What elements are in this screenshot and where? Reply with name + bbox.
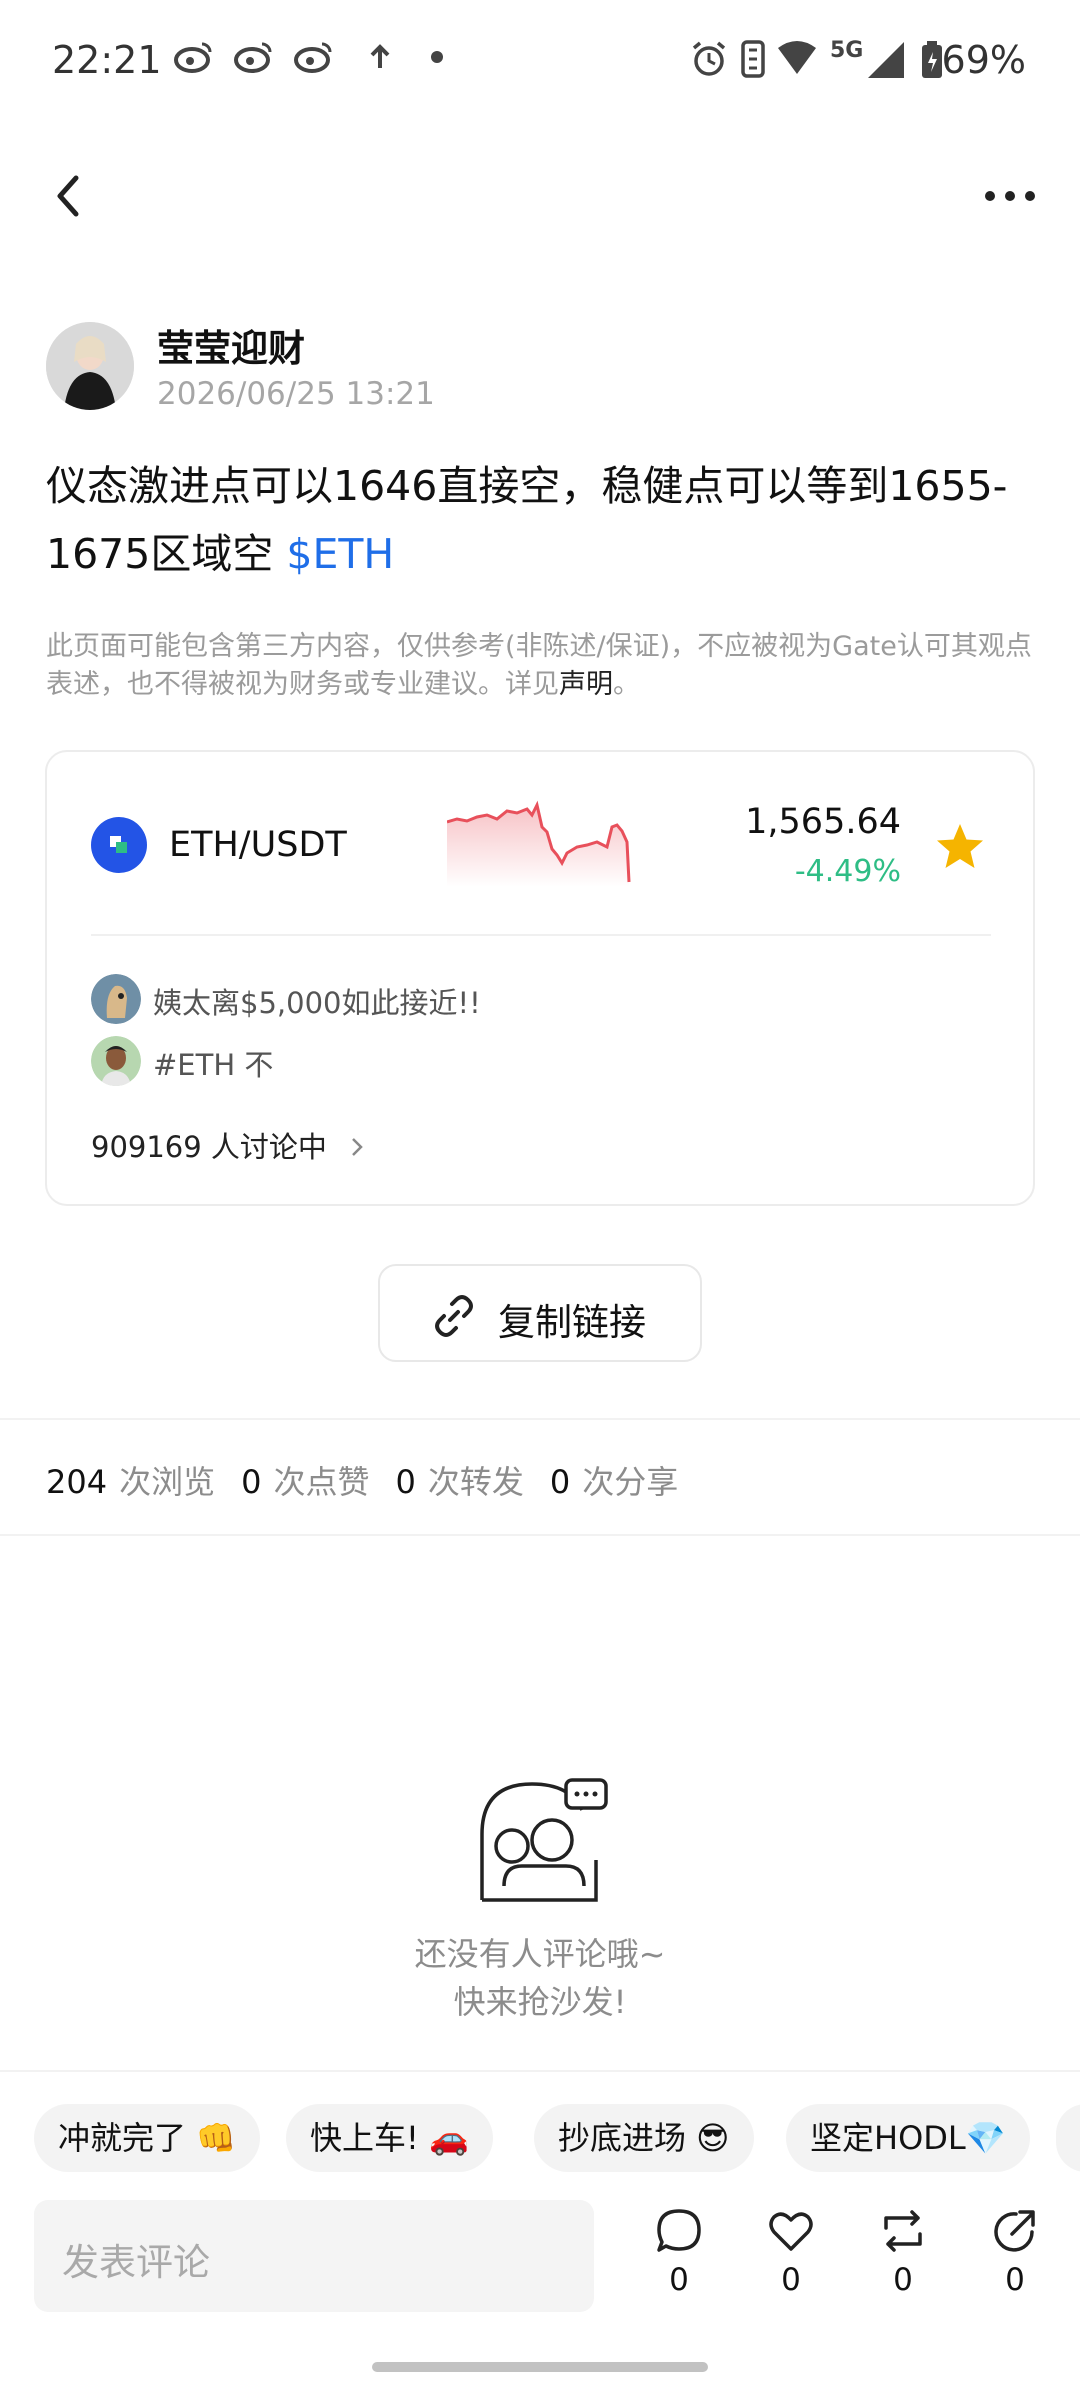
chevron-right-icon [352,1138,363,1156]
gate-logo-icon [110,836,127,853]
quick-reply-chip[interactable]: 冲就完了 👊 [34,2104,261,2172]
reposts-label: 次转发 [427,1463,524,1501]
signal-icon [868,42,904,78]
market-card[interactable]: ETH/USDT 1,565.64 -4.49% 姨太离$5,000如此接近!!… [45,750,1035,1206]
post-timestamp: 2026/06/25 13:21 [157,376,435,412]
author-avatar[interactable] [46,322,134,410]
post-content: 仪态激进点可以1646直接空，稳健点可以等到1655-1675区域空 $ETH [46,452,1026,588]
comment-count: 0 [669,2262,689,2298]
section-divider [0,1418,1080,1420]
more-dots-icon[interactable] [980,176,1040,216]
like-action[interactable]: 0 [756,2206,826,2298]
disclaimer: 此页面可能包含第三方内容，仅供参考(非陈述/保证)，不应被视为Gate认可其观点… [46,628,1036,704]
share-count: 0 [1005,2262,1025,2298]
comment-input[interactable]: 发表评论 [34,2200,594,2312]
status-bar: 22:21 5G 69% [0,0,1080,128]
comment-placeholder: 发表评论 [62,2241,210,2284]
disclaimer-end: 。 [613,669,640,700]
empty-comments-text: 还没有人评论哦~ 快来抢沙发! [340,1930,740,2026]
section-divider [0,1534,1080,1536]
shares-count: 0 [549,1463,571,1501]
network-label: 5G [830,38,864,63]
status-time: 22:21 [52,38,162,82]
quick-replies: 冲就完了 👊 快上车! 🚗 抄底进场 😎 坚定HODL💎 [0,2104,1080,2174]
comment-bubble-icon [657,2209,701,2252]
reposts-count: 0 [395,1463,416,1501]
battery-icon [922,41,942,78]
weibo-icon [294,42,332,73]
avatar-image [46,322,134,410]
eth-tag-link[interactable]: $ETH [286,530,394,578]
vibrate-icon [741,40,765,78]
shares-label: 次分享 [582,1463,679,1501]
trading-pair: ETH/USDT [169,825,347,865]
disclaimer-text: 此页面可能包含第三方内容，仅供参考(非陈述/保证)，不应被视为Gate认可其观点… [46,631,1032,700]
discussion-count-link[interactable]: 909169 人讨论中 [91,1124,366,1166]
home-indicator[interactable] [372,2362,708,2372]
copy-link-label: 复制链接 [498,1301,646,1344]
discussion-text: #ETH 不 [153,1048,274,1082]
price-sparkline [447,800,631,887]
views-label: 次浏览 [119,1463,216,1501]
wifi-icon [778,41,816,74]
upload-arrow-icon [370,44,390,68]
back-arrow-icon[interactable] [44,166,94,226]
author-name[interactable]: 莹莹迎财 [157,318,305,372]
weibo-icon [174,42,212,73]
price-change: -4.49% [794,854,901,889]
battery-percent: 69% [941,38,1026,82]
share-action[interactable]: 0 [980,2206,1050,2298]
repost-count: 0 [893,2262,913,2298]
eth-coin-icon [91,817,147,873]
discussion-avatar [91,1036,141,1086]
likes-label: 次点赞 [273,1463,370,1501]
alarm-icon [692,41,726,76]
empty-comments-line2: 快来抢沙发! [453,1983,627,2021]
quick-reply-chip[interactable]: 坚定HODL💎 [786,2104,1030,2172]
quick-reply-chip[interactable]: 抄底进场 😎 [534,2104,754,2172]
disclaimer-statement-link[interactable]: 声明 [559,669,613,700]
views-count: 204 [46,1463,108,1501]
discussion-avatar [91,974,141,1024]
last-price: 1,565.64 [745,802,901,842]
post-stats: 204 次浏览 0 次点赞 0 次转发 0 次分享 [46,1457,704,1503]
link-icon [435,1295,473,1337]
post-body: 仪态激进点可以1646直接空，稳健点可以等到1655-1675区域空 [46,462,1008,578]
empty-comments-illustration-icon [480,1778,608,1902]
quick-reply-chip[interactable]: 快上车! 🚗 [286,2104,493,2172]
heart-icon [769,2212,813,2251]
repost-action[interactable]: 0 [868,2206,938,2298]
discussion-count: 909169 人讨论中 [91,1130,327,1164]
like-count: 0 [781,2262,801,2298]
favorite-star-icon[interactable] [933,820,987,874]
share-icon [994,2210,1035,2252]
empty-comments-line1: 还没有人评论哦~ [414,1935,666,1973]
discussion-text: 姨太离$5,000如此接近!! [153,986,481,1020]
repost-icon [884,2210,922,2252]
comment-action[interactable]: 0 [644,2206,714,2298]
likes-count: 0 [241,1463,262,1501]
quick-reply-chip-overflow[interactable] [1056,2104,1080,2172]
weibo-icon [234,42,272,73]
card-divider [91,934,991,936]
copy-link-button[interactable]: 复制链接 [378,1264,702,1362]
dot-icon [431,51,443,63]
section-divider [0,2070,1080,2072]
